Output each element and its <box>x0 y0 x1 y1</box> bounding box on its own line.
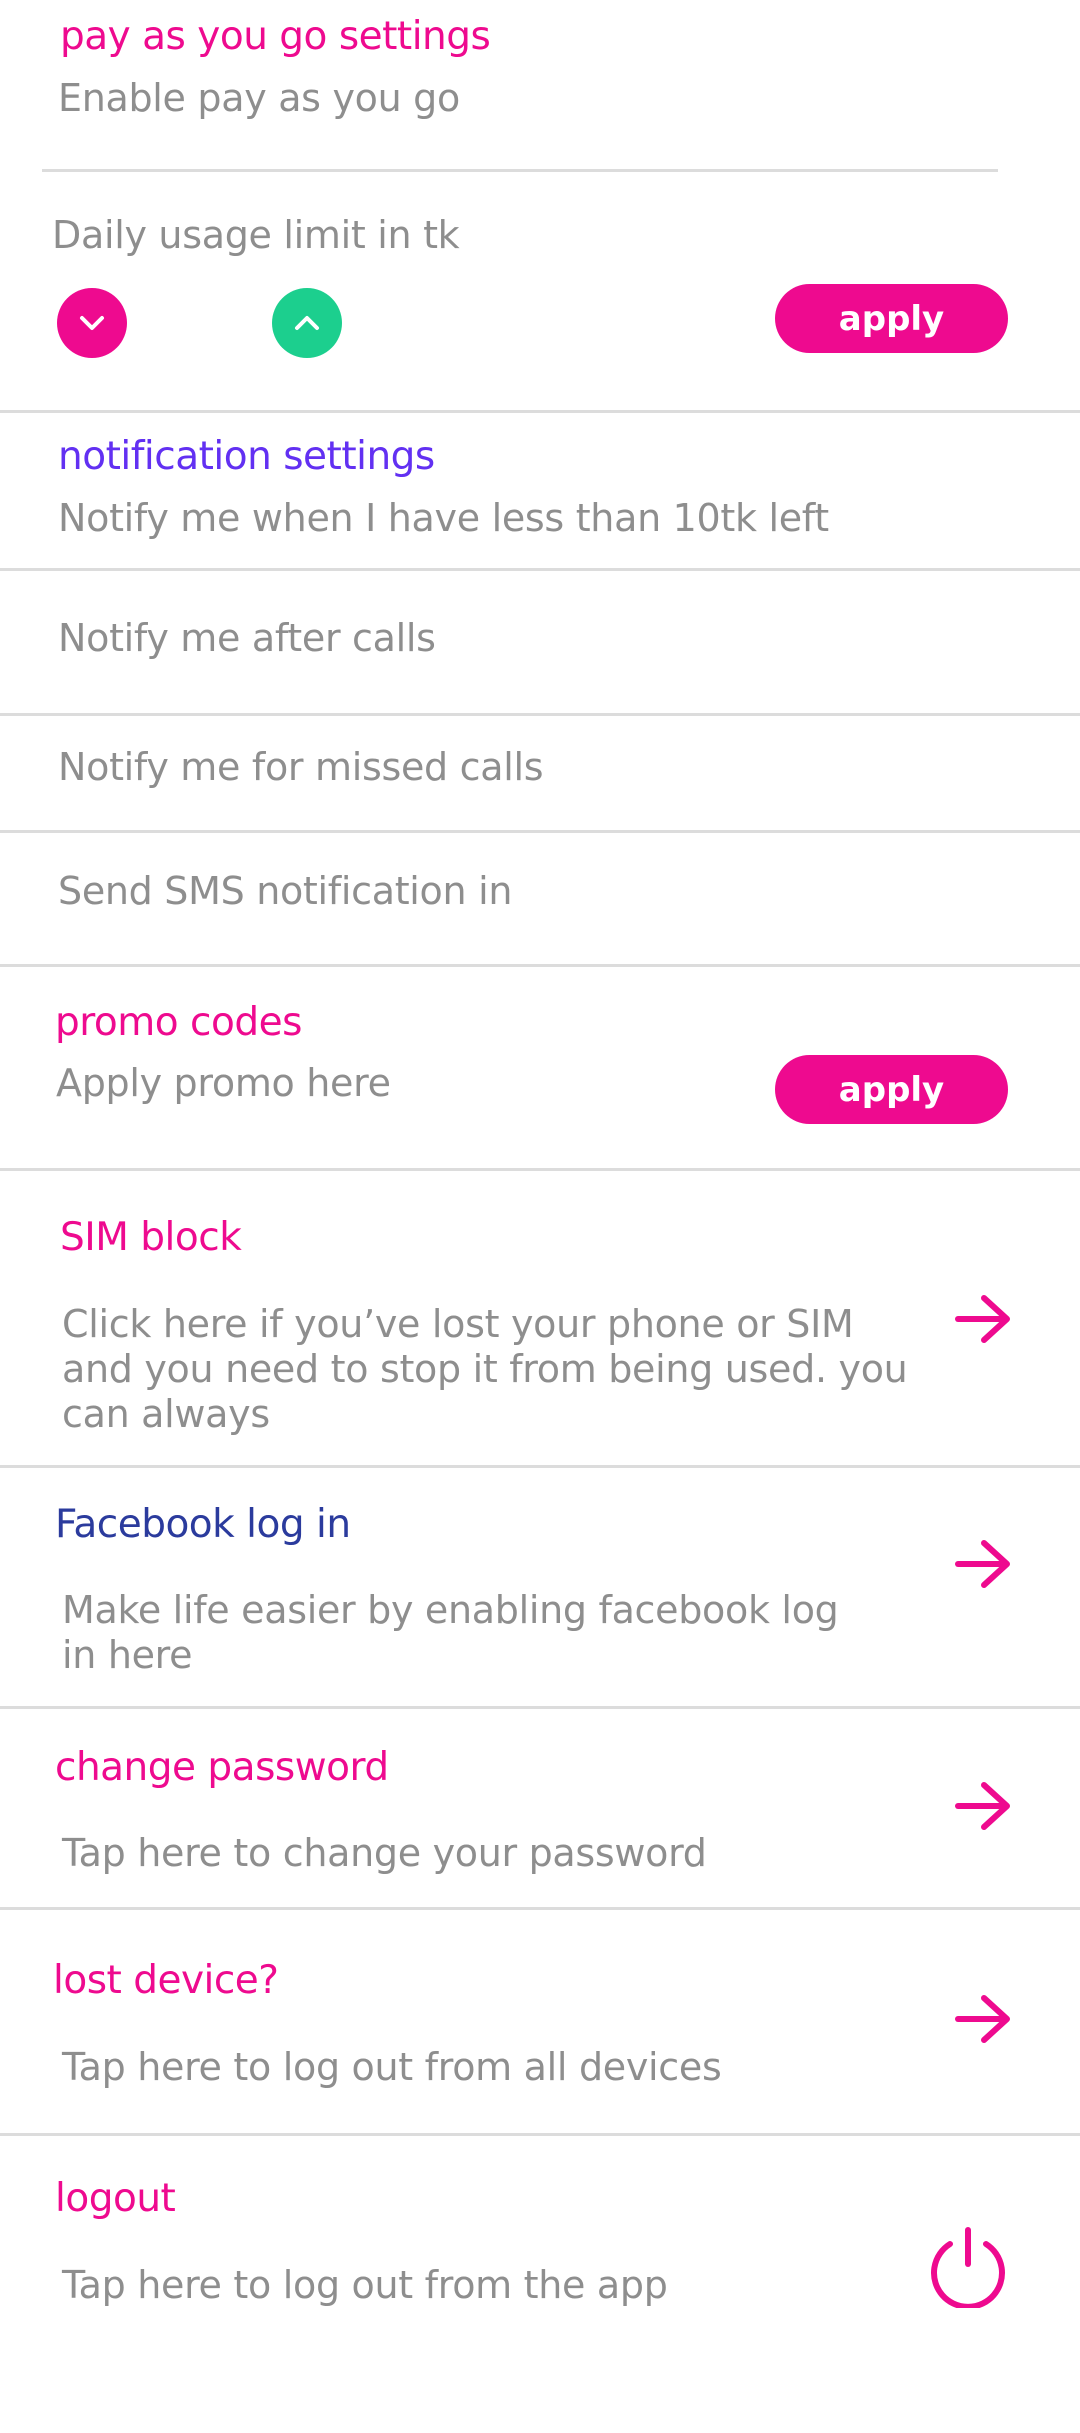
change-password-row[interactable] <box>0 1710 1080 1906</box>
change-password-description: Tap here to change your password <box>62 1831 707 1875</box>
facebook-heading: Facebook log in <box>55 1502 351 1547</box>
limit-apply-button[interactable]: apply <box>775 284 1008 353</box>
increase-limit-button[interactable] <box>272 288 342 358</box>
lost-device-heading: lost device? <box>53 1958 279 2003</box>
power-icon[interactable] <box>928 2224 1008 2308</box>
logout-description: Tap here to log out from the app <box>62 2263 668 2307</box>
promo-input[interactable]: Apply promo here <box>56 1061 391 1105</box>
enable-payg-label[interactable]: Enable pay as you go <box>58 76 460 120</box>
chevron-up-icon <box>295 316 319 330</box>
section-divider <box>0 830 1080 833</box>
section-divider <box>0 1465 1080 1468</box>
daily-limit-label: Daily usage limit in tk <box>52 213 460 257</box>
arrow-right-icon[interactable] <box>954 1293 1014 1345</box>
section-divider <box>0 1706 1080 1709</box>
after-calls-notify-toggle[interactable]: Notify me after calls <box>58 616 436 660</box>
logout-heading: logout <box>55 2176 176 2221</box>
arrow-right-icon[interactable] <box>954 1780 1014 1832</box>
sim-block-description: Click here if you’ve lost your phone or … <box>62 1302 908 1436</box>
section-divider <box>0 964 1080 967</box>
lost-device-row[interactable] <box>0 1911 1080 2131</box>
notification-heading: notification settings <box>58 434 435 479</box>
promo-apply-button[interactable]: apply <box>775 1055 1008 1124</box>
section-divider <box>0 568 1080 571</box>
lost-device-description: Tap here to log out from all devices <box>62 2045 722 2089</box>
facebook-description: Make life easier by enabling facebook lo… <box>62 1588 839 1677</box>
decrease-limit-button[interactable] <box>57 288 127 358</box>
section-divider <box>0 1168 1080 1171</box>
section-divider <box>0 713 1080 716</box>
missed-calls-notify-toggle[interactable]: Notify me for missed calls <box>58 745 544 789</box>
arrow-right-icon[interactable] <box>954 1993 1014 2045</box>
payg-divider <box>42 169 998 172</box>
section-divider <box>0 410 1080 413</box>
logout-row[interactable] <box>0 2137 1080 2377</box>
low-balance-notify-toggle[interactable]: Notify me when I have less than 10tk lef… <box>58 496 829 540</box>
section-divider <box>0 2133 1080 2136</box>
section-divider <box>0 1907 1080 1910</box>
arrow-right-icon[interactable] <box>954 1538 1014 1590</box>
change-password-heading: change password <box>55 1745 389 1790</box>
promo-heading: promo codes <box>55 1000 302 1045</box>
chevron-down-icon <box>80 316 104 330</box>
sim-block-heading: SIM block <box>60 1215 242 1260</box>
payg-heading: pay as you go settings <box>60 14 491 59</box>
sms-notification-setting[interactable]: Send SMS notification in <box>58 869 512 913</box>
